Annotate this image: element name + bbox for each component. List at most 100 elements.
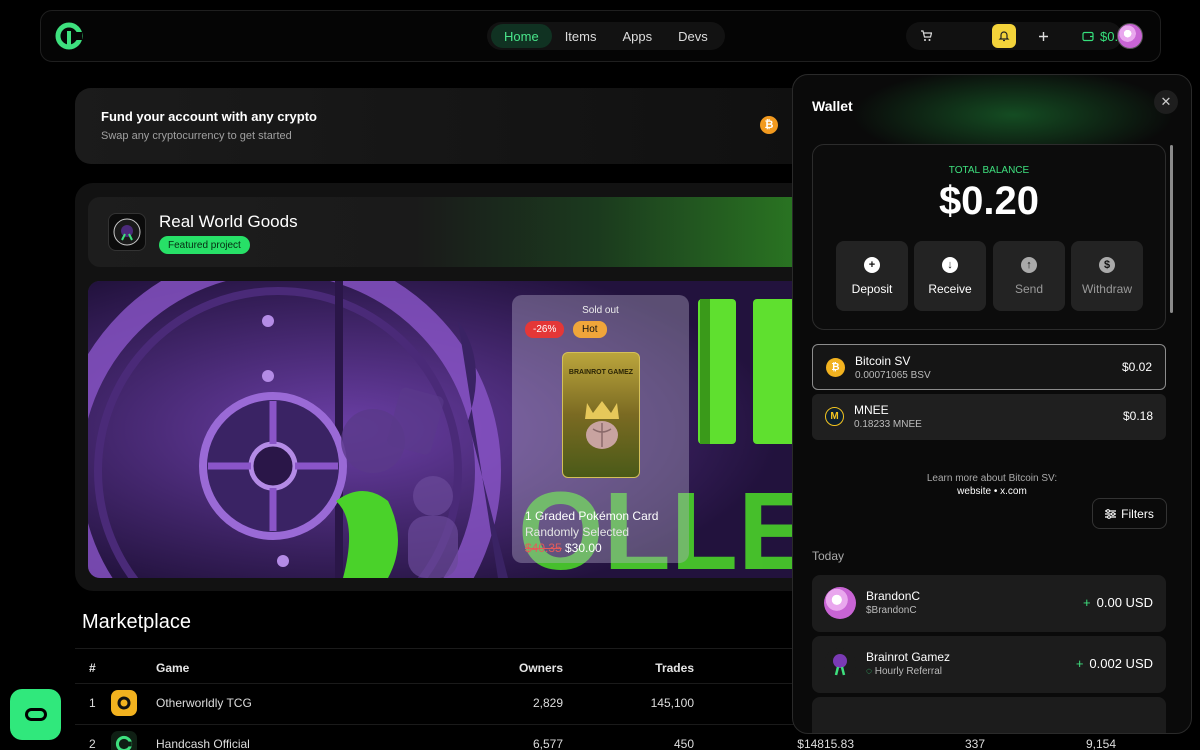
product-title: 1 Graded Pokémon Card (525, 509, 659, 523)
card-pack-image: BRAINROT GAMEZ (562, 352, 640, 478)
transaction-subtitle: ◌ Hourly Referral (866, 666, 942, 677)
handcash-logo[interactable] (54, 21, 84, 51)
tab-home[interactable]: Home (491, 24, 552, 48)
arrow-up-icon: ↑ (1021, 256, 1037, 273)
discount-badge: -26% (525, 321, 565, 338)
plus-icon (1038, 31, 1048, 41)
chat-button[interactable] (10, 689, 61, 740)
main-nav: Home Items Apps Devs (487, 22, 725, 50)
arrow-down-icon: ↓ (942, 256, 958, 273)
row-game: Handcash Official (156, 736, 250, 750)
crown-brain-icon (585, 401, 619, 449)
send-button[interactable]: ↑ Send (993, 241, 1065, 311)
row-rank: 2 (89, 736, 96, 750)
row-owners: 2,829 (532, 695, 563, 710)
handcash-icon (111, 730, 137, 750)
close-icon: ✕ (1160, 94, 1172, 109)
col-game[interactable]: Game (156, 649, 189, 687)
withdraw-label: Withdraw (1081, 281, 1132, 296)
project-name: Real World Goods (159, 212, 298, 231)
sale-price: $30.00 (565, 541, 602, 555)
featured-header[interactable]: Real World Goods Featured project (88, 197, 815, 267)
top-navbar: Home Items Apps Devs $0.20 (40, 10, 1161, 62)
transaction-amount: +0.00 USD (1083, 595, 1153, 610)
marketplace-title: Marketplace (82, 611, 191, 633)
wallet-panel: Wallet ✕ TOTAL BALANCE $0.20 + Deposit ↓… (792, 74, 1192, 734)
wallet-icon (1082, 31, 1094, 42)
asset-amount: 0.00071065 BSV (855, 370, 931, 381)
vault-illustration: OLLEC (88, 281, 815, 578)
filters-button[interactable]: Filters (1092, 498, 1167, 529)
row-rank: 1 (89, 695, 96, 710)
deposit-button[interactable]: + Deposit (836, 241, 908, 311)
game-logo (111, 684, 137, 721)
balance-card: TOTAL BALANCE $0.20 + Deposit ↓ Receive … (812, 144, 1166, 330)
fund-banner-subtitle: Swap any cryptocurrency to get started (101, 130, 292, 142)
send-label: Send (1014, 281, 1044, 296)
row-trades: 145,100 (650, 695, 694, 710)
wallet-title: Wallet (812, 98, 853, 114)
asset-amount: 0.18233 MNEE (854, 419, 922, 430)
product-card[interactable]: Sold out -26% Hot BRAINROT GAMEZ 1 Grade… (512, 295, 689, 563)
original-price: $40.35 (525, 541, 562, 555)
bell-icon (998, 31, 1010, 42)
col-rank[interactable]: # (89, 649, 96, 687)
user-avatar[interactable] (1117, 23, 1143, 49)
globe-logo-icon (113, 218, 141, 246)
asset-value: $0.18 (1122, 409, 1153, 423)
deposit-label: Deposit (851, 281, 893, 296)
featured-project: Real World Goods Featured project OLLE S… (75, 183, 815, 591)
cart-icon (921, 30, 932, 41)
col-owners[interactable]: Owners (515, 649, 563, 687)
tab-devs[interactable]: Devs (665, 24, 721, 48)
add-button[interactable] (1031, 24, 1055, 48)
header-actions: $0.20 (906, 22, 1133, 50)
transaction-name: BrandonC (866, 589, 921, 603)
transaction-name: Brainrot Gamez (866, 650, 951, 664)
fund-banner[interactable]: Fund your account with any crypto Swap a… (75, 88, 815, 164)
referral-icon: ◌ (866, 666, 872, 677)
transaction-item[interactable]: Brainrot Gamez ◌ Hourly Referral +0.002 … (812, 636, 1166, 693)
mnee-icon: M (825, 407, 844, 426)
transaction-amount: +0.002 USD (1075, 656, 1153, 671)
asset-name: MNEE (854, 403, 889, 417)
scrollbar[interactable] (1170, 145, 1173, 313)
asset-item[interactable]: M MNEE 0.18233 MNEE $0.18 (812, 394, 1166, 440)
bitcoin-icon: ₿ (760, 116, 778, 134)
row-game: Otherworldly TCG (156, 695, 252, 710)
fund-banner-title: Fund your account with any crypto (101, 109, 317, 124)
transaction-item[interactable]: BrandonC $BrandonC +0.00 USD (812, 575, 1166, 632)
tab-items[interactable]: Items (552, 24, 610, 48)
withdraw-button[interactable]: $ Withdraw (1071, 241, 1143, 311)
featured-tag: Featured project (159, 236, 250, 254)
receive-button[interactable]: ↓ Receive (914, 241, 986, 311)
row-owners: 6,577 (532, 736, 563, 750)
cart-button[interactable] (914, 24, 938, 48)
featured-hero-banner[interactable]: OLLEC Sold out -26% Hot BRAINROT GAMEZ 1… (88, 281, 815, 578)
pack-label: BRAINROT GAMEZ (568, 369, 634, 376)
today-label: Today (812, 549, 845, 563)
avatar (824, 587, 856, 619)
asset-item[interactable]: ₿ Bitcoin SV 0.00071065 BSV $0.02 (812, 344, 1166, 390)
row-trades: 450 (673, 736, 694, 750)
asset-name: Bitcoin SV (855, 354, 911, 368)
close-button[interactable]: ✕ (1154, 90, 1178, 114)
tab-apps[interactable]: Apps (609, 24, 665, 48)
filters-label: Filters (1121, 506, 1154, 521)
dollar-icon: $ (1099, 256, 1115, 273)
product-subtitle: Randomly Selected (525, 525, 630, 539)
total-balance-label: TOTAL BALANCE (948, 165, 1030, 176)
total-balance-amount: $0.20 (938, 179, 1040, 223)
transaction-item[interactable] (812, 697, 1166, 733)
game-logo (111, 725, 137, 750)
bitcoin-sv-icon: ₿ (826, 358, 845, 377)
notifications-button[interactable] (992, 24, 1016, 48)
hot-badge: Hot (573, 321, 607, 338)
learn-more-text: Learn more about Bitcoin SV: (926, 473, 1058, 484)
learn-more-links[interactable]: website • x.com (793, 486, 1191, 497)
otherworldly-icon (111, 689, 137, 716)
sold-out-label: Sold out (582, 305, 619, 316)
col-trades[interactable]: Trades (635, 649, 694, 687)
project-logo (108, 213, 146, 251)
plus-circle-icon: + (864, 256, 880, 273)
